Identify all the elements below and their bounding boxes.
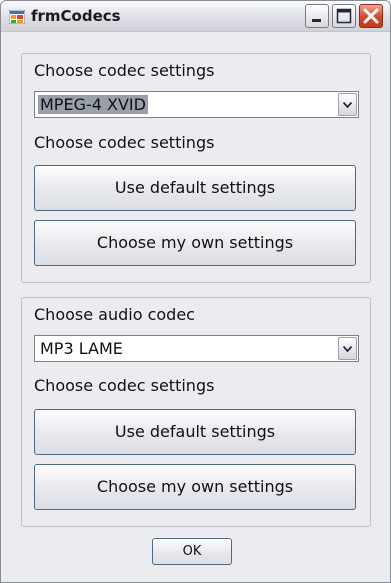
video-codec-label: Choose codec settings	[34, 61, 215, 80]
chevron-down-icon	[343, 102, 352, 108]
audio-use-default-settings-button[interactable]: Use default settings	[34, 409, 356, 455]
video-codec-dropdown-button[interactable]	[338, 93, 357, 116]
windows-form-icon	[8, 9, 26, 25]
video-codec-group: Choose codec settings MPEG-4 XVID Choose…	[21, 53, 371, 283]
ok-button[interactable]: OK	[152, 538, 232, 565]
audio-choose-own-settings-button[interactable]: Choose my own settings	[34, 464, 356, 510]
audio-codec-selected-value: MP3 LAME	[40, 339, 123, 358]
audio-settings-label: Choose codec settings	[34, 376, 215, 395]
audio-codec-combobox[interactable]: MP3 LAME	[34, 335, 359, 362]
video-settings-label: Choose codec settings	[34, 133, 215, 152]
close-icon	[363, 8, 379, 24]
chevron-down-icon	[343, 346, 352, 352]
window-title: frmCodecs	[31, 7, 121, 25]
video-codec-selected-value: MPEG-4 XVID	[38, 95, 148, 114]
maximize-icon	[336, 8, 352, 24]
title-bar[interactable]: frmCodecs	[1, 1, 390, 32]
video-use-default-settings-button[interactable]: Use default settings	[34, 165, 356, 211]
close-button[interactable]	[359, 4, 383, 28]
minimize-icon	[312, 19, 321, 22]
audio-codec-dropdown-button[interactable]	[338, 337, 357, 360]
audio-codec-label: Choose audio codec	[34, 305, 195, 324]
minimize-button[interactable]	[305, 4, 329, 28]
video-choose-own-settings-button[interactable]: Choose my own settings	[34, 220, 356, 266]
codecs-window: frmCodecs Choose codec settings MPEG-4 X…	[0, 0, 391, 583]
video-codec-combobox[interactable]: MPEG-4 XVID	[34, 91, 359, 118]
maximize-button[interactable]	[332, 4, 356, 28]
audio-codec-group: Choose audio codec MP3 LAME Choose codec…	[21, 297, 371, 527]
